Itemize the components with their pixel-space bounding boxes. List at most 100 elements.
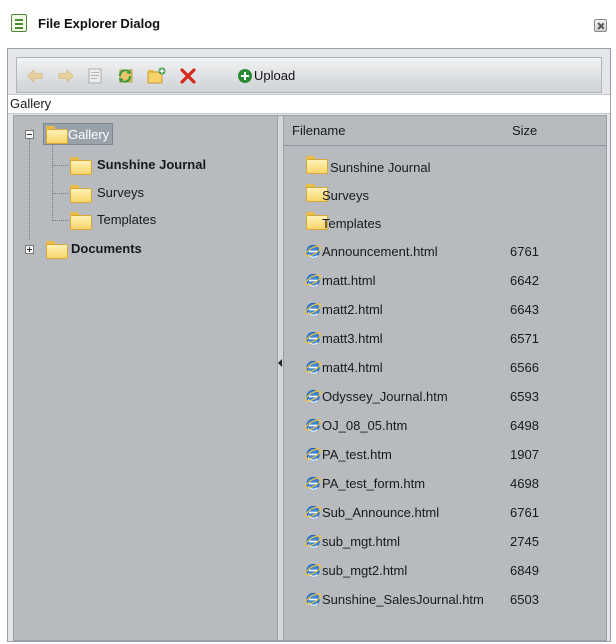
delete-icon[interactable]	[179, 67, 197, 85]
file-size: 4698	[510, 476, 539, 491]
collapse-icon[interactable]	[25, 130, 34, 139]
tree-item-sunshine-journal[interactable]: Sunshine Journal	[14, 154, 277, 178]
forward-arrow-icon[interactable]	[57, 67, 75, 85]
tree-label: Surveys	[97, 185, 144, 200]
tree-label: Sunshine Journal	[97, 157, 207, 172]
html-file-icon	[304, 360, 322, 375]
file-row[interactable]: matt3.html 6571	[284, 325, 606, 353]
file-name: PA_test_form.htm	[322, 476, 426, 491]
back-arrow-icon[interactable]	[26, 67, 44, 85]
tree-label: Templates	[97, 212, 157, 227]
file-name: matt2.html	[322, 302, 383, 317]
file-name: matt4.html	[322, 360, 383, 375]
file-size: 6593	[510, 389, 539, 404]
file-size: 6503	[510, 592, 539, 607]
html-file-icon	[304, 273, 322, 288]
file-size: 2745	[510, 534, 539, 549]
file-row[interactable]: sub_mgt.html 2745	[284, 528, 606, 556]
tree-label: Gallery	[68, 127, 110, 142]
collapse-pane-arrow-icon[interactable]	[278, 359, 282, 367]
tree-item-templates[interactable]: Templates	[14, 209, 277, 233]
file-row[interactable]: matt.html 6642	[284, 267, 606, 295]
tree-item-documents[interactable]: Documents	[14, 238, 277, 262]
properties-icon[interactable]	[86, 67, 104, 85]
pane-splitter[interactable]	[277, 116, 284, 640]
html-file-icon	[304, 563, 322, 578]
refresh-icon[interactable]	[116, 67, 134, 85]
file-name: Odyssey_Journal.htm	[322, 389, 448, 404]
file-size: 6571	[510, 331, 539, 346]
folder-icon	[70, 185, 92, 203]
html-file-icon	[304, 389, 322, 404]
file-grid: Filename Size Sunshine Journal Surveys T…	[284, 116, 606, 640]
tree-item-surveys[interactable]: Surveys	[14, 182, 277, 206]
file-row[interactable]: PA_test.htm 1907	[284, 441, 606, 469]
file-row[interactable]: Odyssey_Journal.htm 6593	[284, 383, 606, 411]
file-row[interactable]: PA_test_form.htm 4698	[284, 470, 606, 498]
file-name: sub_mgt.html	[322, 534, 401, 549]
folder-icon	[46, 126, 68, 144]
file-name: Sunshine Journal	[330, 160, 431, 175]
file-name: OJ_08_05.htm	[322, 418, 408, 433]
folder-icon	[306, 156, 328, 174]
html-file-icon	[304, 302, 322, 317]
html-file-icon	[304, 534, 322, 549]
file-size: 6643	[510, 302, 539, 317]
dialog-titlebar: File Explorer Dialog	[7, 8, 611, 40]
html-file-icon	[304, 418, 322, 433]
file-size: 6566	[510, 360, 539, 375]
file-name: sub_mgt2.html	[322, 563, 408, 578]
html-file-icon	[304, 476, 322, 491]
close-icon[interactable]	[594, 19, 607, 32]
column-header-size[interactable]: Size	[512, 123, 537, 138]
file-row[interactable]: Announcement.html 6761	[284, 238, 606, 266]
folder-row[interactable]: Sunshine Journal	[284, 154, 606, 182]
toolbar: Upload	[16, 57, 602, 93]
file-size: 6849	[510, 563, 539, 578]
folder-icon	[70, 157, 92, 175]
tree-label: Documents	[71, 241, 142, 256]
file-size: 6761	[510, 505, 539, 520]
tree-item-gallery[interactable]: Gallery	[14, 123, 277, 148]
dialog-title: File Explorer Dialog	[38, 16, 161, 31]
explorer-frame: Upload Gallery Gallery Sunshine Journal …	[7, 48, 611, 642]
folder-icon	[70, 212, 92, 230]
folder-row[interactable]: Templates	[284, 210, 606, 238]
file-name: Announcement.html	[322, 244, 438, 259]
html-file-icon	[304, 505, 322, 520]
explorer-panes: Gallery Sunshine Journal Surveys Templat…	[13, 115, 607, 641]
file-name: matt.html	[322, 273, 376, 288]
file-name: PA_test.htm	[322, 447, 392, 462]
file-name: Sunshine_SalesJournal.htm	[322, 592, 484, 607]
folder-row[interactable]: Surveys	[284, 182, 606, 210]
file-name: Surveys	[322, 188, 369, 203]
file-size: 6498	[510, 418, 539, 433]
file-row[interactable]: sub_mgt2.html 6849	[284, 557, 606, 585]
column-header-filename[interactable]: Filename	[292, 123, 345, 138]
html-file-icon	[304, 592, 322, 607]
new-folder-icon[interactable]	[147, 67, 167, 85]
file-explorer-dialog: File Explorer Dialog Upload Gallery Gall…	[7, 8, 611, 642]
html-file-icon	[304, 331, 322, 346]
file-name: matt3.html	[322, 331, 383, 346]
file-size: 6761	[510, 244, 539, 259]
file-row[interactable]: OJ_08_05.htm 6498	[284, 412, 606, 440]
upload-button[interactable]: Upload	[254, 68, 295, 83]
file-name: Templates	[322, 216, 382, 231]
file-size: 1907	[510, 447, 539, 462]
html-file-icon	[304, 244, 322, 259]
expand-icon[interactable]	[25, 245, 34, 254]
file-name: Sub_Announce.html	[322, 505, 440, 520]
folder-icon	[46, 241, 68, 259]
current-path: Gallery	[8, 94, 610, 114]
grid-header: Filename Size	[284, 116, 606, 146]
document-window-icon	[11, 14, 27, 32]
html-file-icon	[304, 447, 322, 462]
file-row[interactable]: Sub_Announce.html 6761	[284, 499, 606, 527]
folder-tree: Gallery Sunshine Journal Surveys Templat…	[14, 116, 277, 640]
file-row[interactable]: Sunshine_SalesJournal.htm 6503	[284, 586, 606, 614]
file-row[interactable]: matt4.html 6566	[284, 354, 606, 382]
upload-icon[interactable]	[237, 67, 253, 85]
file-row[interactable]: matt2.html 6643	[284, 296, 606, 324]
file-size: 6642	[510, 273, 539, 288]
